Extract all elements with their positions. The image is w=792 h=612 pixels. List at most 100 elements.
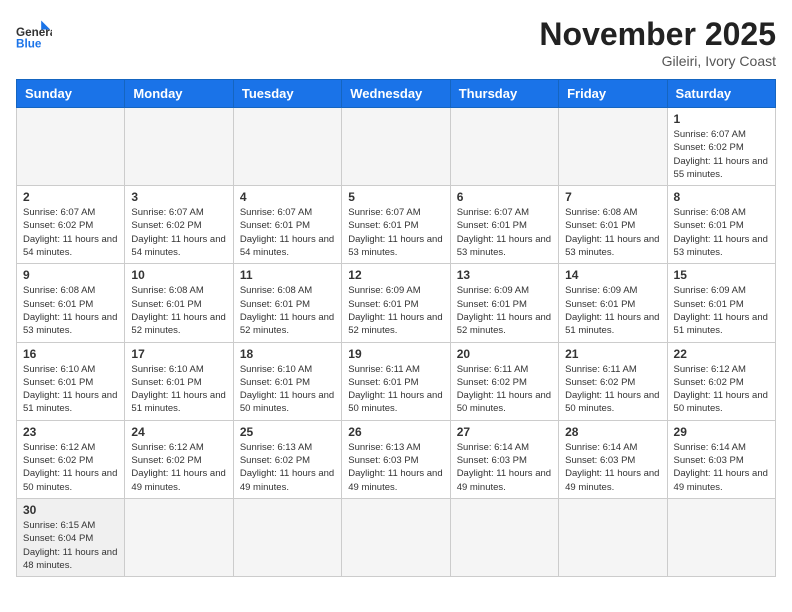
calendar-cell (233, 108, 341, 186)
day-info: Sunrise: 6:09 AM Sunset: 6:01 PM Dayligh… (348, 284, 443, 337)
calendar-cell: 17Sunrise: 6:10 AM Sunset: 6:01 PM Dayli… (125, 342, 233, 420)
page-header: General Blue November 2025 Gileiri, Ivor… (16, 16, 776, 69)
calendar-cell: 9 Sunrise: 6:08 AM Sunset: 6:01 PM Daylig… (17, 264, 125, 342)
day-number: 12 (348, 268, 443, 282)
day-number: 7 (565, 190, 660, 204)
day-info: Sunrise: 6:08 AM Sunset: 6:01 PM Dayligh… (240, 284, 335, 337)
calendar-cell: 2Sunrise: 6:07 AM Sunset: 6:02 PM Daylig… (17, 186, 125, 264)
day-header-saturday: Saturday (667, 80, 775, 108)
day-number: 6 (457, 190, 552, 204)
day-number: 15 (674, 268, 769, 282)
day-number: 22 (674, 347, 769, 361)
calendar-week-row: 1 Sunrise: 6:07 AM Sunset: 6:02 PM Daylig… (17, 108, 776, 186)
day-info: Sunrise: 6:12 AM Sunset: 6:02 PM Dayligh… (674, 363, 769, 416)
calendar-cell: 18Sunrise: 6:10 AM Sunset: 6:01 PM Dayli… (233, 342, 341, 420)
calendar-week-row: 2Sunrise: 6:07 AM Sunset: 6:02 PM Daylig… (17, 186, 776, 264)
calendar-header-row: SundayMondayTuesdayWednesdayThursdayFrid… (17, 80, 776, 108)
calendar-cell: 8 Sunrise: 6:08 AM Sunset: 6:01 PM Daylig… (667, 186, 775, 264)
day-number: 19 (348, 347, 443, 361)
calendar-cell (559, 108, 667, 186)
calendar-table: SundayMondayTuesdayWednesdayThursdayFrid… (16, 79, 776, 577)
day-number: 26 (348, 425, 443, 439)
calendar-cell (342, 498, 450, 576)
calendar-cell (233, 498, 341, 576)
location-subtitle: Gileiri, Ivory Coast (539, 53, 776, 69)
day-number: 25 (240, 425, 335, 439)
day-info: Sunrise: 6:14 AM Sunset: 6:03 PM Dayligh… (457, 441, 552, 494)
calendar-cell: 10 Sunrise: 6:08 AM Sunset: 6:01 PM Dayli… (125, 264, 233, 342)
day-header-thursday: Thursday (450, 80, 558, 108)
day-number: 30 (23, 503, 118, 517)
calendar-cell: 12 Sunrise: 6:09 AM Sunset: 6:01 PM Dayli… (342, 264, 450, 342)
day-info: Sunrise: 6:12 AM Sunset: 6:02 PM Dayligh… (131, 441, 226, 494)
day-info: Sunrise: 6:11 AM Sunset: 6:02 PM Dayligh… (565, 363, 660, 416)
svg-text:Blue: Blue (16, 38, 42, 51)
day-info: Sunrise: 6:08 AM Sunset: 6:01 PM Dayligh… (565, 206, 660, 259)
day-number: 18 (240, 347, 335, 361)
day-info: Sunrise: 6:13 AM Sunset: 6:02 PM Dayligh… (240, 441, 335, 494)
day-header-wednesday: Wednesday (342, 80, 450, 108)
day-info: Sunrise: 6:14 AM Sunset: 6:03 PM Dayligh… (674, 441, 769, 494)
calendar-cell: 24Sunrise: 6:12 AM Sunset: 6:02 PM Dayli… (125, 420, 233, 498)
calendar-cell (450, 108, 558, 186)
calendar-cell: 23Sunrise: 6:12 AM Sunset: 6:02 PM Dayli… (17, 420, 125, 498)
calendar-cell: 5 Sunrise: 6:07 AM Sunset: 6:01 PM Daylig… (342, 186, 450, 264)
calendar-cell: 19 Sunrise: 6:11 AM Sunset: 6:01 PM Dayli… (342, 342, 450, 420)
calendar-cell (342, 108, 450, 186)
day-header-monday: Monday (125, 80, 233, 108)
calendar-cell: 27 Sunrise: 6:14 AM Sunset: 6:03 PM Dayli… (450, 420, 558, 498)
calendar-cell: 7 Sunrise: 6:08 AM Sunset: 6:01 PM Daylig… (559, 186, 667, 264)
calendar-week-row: 9 Sunrise: 6:08 AM Sunset: 6:01 PM Daylig… (17, 264, 776, 342)
day-info: Sunrise: 6:07 AM Sunset: 6:02 PM Dayligh… (23, 206, 118, 259)
day-info: Sunrise: 6:07 AM Sunset: 6:01 PM Dayligh… (457, 206, 552, 259)
logo: General Blue (16, 16, 52, 52)
calendar-cell: 22 Sunrise: 6:12 AM Sunset: 6:02 PM Dayli… (667, 342, 775, 420)
day-number: 9 (23, 268, 118, 282)
day-info: Sunrise: 6:11 AM Sunset: 6:01 PM Dayligh… (348, 363, 443, 416)
day-number: 27 (457, 425, 552, 439)
day-header-sunday: Sunday (17, 80, 125, 108)
calendar-cell: 1 Sunrise: 6:07 AM Sunset: 6:02 PM Daylig… (667, 108, 775, 186)
day-number: 5 (348, 190, 443, 204)
day-info: Sunrise: 6:08 AM Sunset: 6:01 PM Dayligh… (23, 284, 118, 337)
calendar-cell: 11 Sunrise: 6:08 AM Sunset: 6:01 PM Dayli… (233, 264, 341, 342)
day-info: Sunrise: 6:07 AM Sunset: 6:01 PM Dayligh… (348, 206, 443, 259)
day-info: Sunrise: 6:08 AM Sunset: 6:01 PM Dayligh… (131, 284, 226, 337)
day-info: Sunrise: 6:10 AM Sunset: 6:01 PM Dayligh… (23, 363, 118, 416)
calendar-cell: 21Sunrise: 6:11 AM Sunset: 6:02 PM Dayli… (559, 342, 667, 420)
day-info: Sunrise: 6:07 AM Sunset: 6:02 PM Dayligh… (131, 206, 226, 259)
day-header-tuesday: Tuesday (233, 80, 341, 108)
day-info: Sunrise: 6:10 AM Sunset: 6:01 PM Dayligh… (131, 363, 226, 416)
calendar-cell: 26 Sunrise: 6:13 AM Sunset: 6:03 PM Dayli… (342, 420, 450, 498)
calendar-cell (125, 498, 233, 576)
day-info: Sunrise: 6:07 AM Sunset: 6:02 PM Dayligh… (674, 128, 769, 181)
day-info: Sunrise: 6:12 AM Sunset: 6:02 PM Dayligh… (23, 441, 118, 494)
day-info: Sunrise: 6:14 AM Sunset: 6:03 PM Dayligh… (565, 441, 660, 494)
title-block: November 2025 Gileiri, Ivory Coast (539, 16, 776, 69)
logo-icon: General Blue (16, 16, 52, 52)
day-number: 10 (131, 268, 226, 282)
calendar-cell: 6 Sunrise: 6:07 AM Sunset: 6:01 PM Daylig… (450, 186, 558, 264)
day-number: 11 (240, 268, 335, 282)
calendar-cell: 29Sunrise: 6:14 AM Sunset: 6:03 PM Dayli… (667, 420, 775, 498)
day-number: 13 (457, 268, 552, 282)
calendar-cell: 14Sunrise: 6:09 AM Sunset: 6:01 PM Dayli… (559, 264, 667, 342)
day-number: 4 (240, 190, 335, 204)
day-number: 8 (674, 190, 769, 204)
day-info: Sunrise: 6:13 AM Sunset: 6:03 PM Dayligh… (348, 441, 443, 494)
calendar-cell (125, 108, 233, 186)
day-number: 1 (674, 112, 769, 126)
calendar-cell (559, 498, 667, 576)
day-info: Sunrise: 6:07 AM Sunset: 6:01 PM Dayligh… (240, 206, 335, 259)
calendar-cell: 3Sunrise: 6:07 AM Sunset: 6:02 PM Daylig… (125, 186, 233, 264)
day-number: 16 (23, 347, 118, 361)
day-number: 20 (457, 347, 552, 361)
day-info: Sunrise: 6:08 AM Sunset: 6:01 PM Dayligh… (674, 206, 769, 259)
calendar-cell: 13Sunrise: 6:09 AM Sunset: 6:01 PM Dayli… (450, 264, 558, 342)
calendar-cell: 28Sunrise: 6:14 AM Sunset: 6:03 PM Dayli… (559, 420, 667, 498)
calendar-cell: 15 Sunrise: 6:09 AM Sunset: 6:01 PM Dayli… (667, 264, 775, 342)
calendar-cell: 16 Sunrise: 6:10 AM Sunset: 6:01 PM Dayli… (17, 342, 125, 420)
calendar-cell: 4 Sunrise: 6:07 AM Sunset: 6:01 PM Daylig… (233, 186, 341, 264)
calendar-cell: 20Sunrise: 6:11 AM Sunset: 6:02 PM Dayli… (450, 342, 558, 420)
day-info: Sunrise: 6:09 AM Sunset: 6:01 PM Dayligh… (674, 284, 769, 337)
